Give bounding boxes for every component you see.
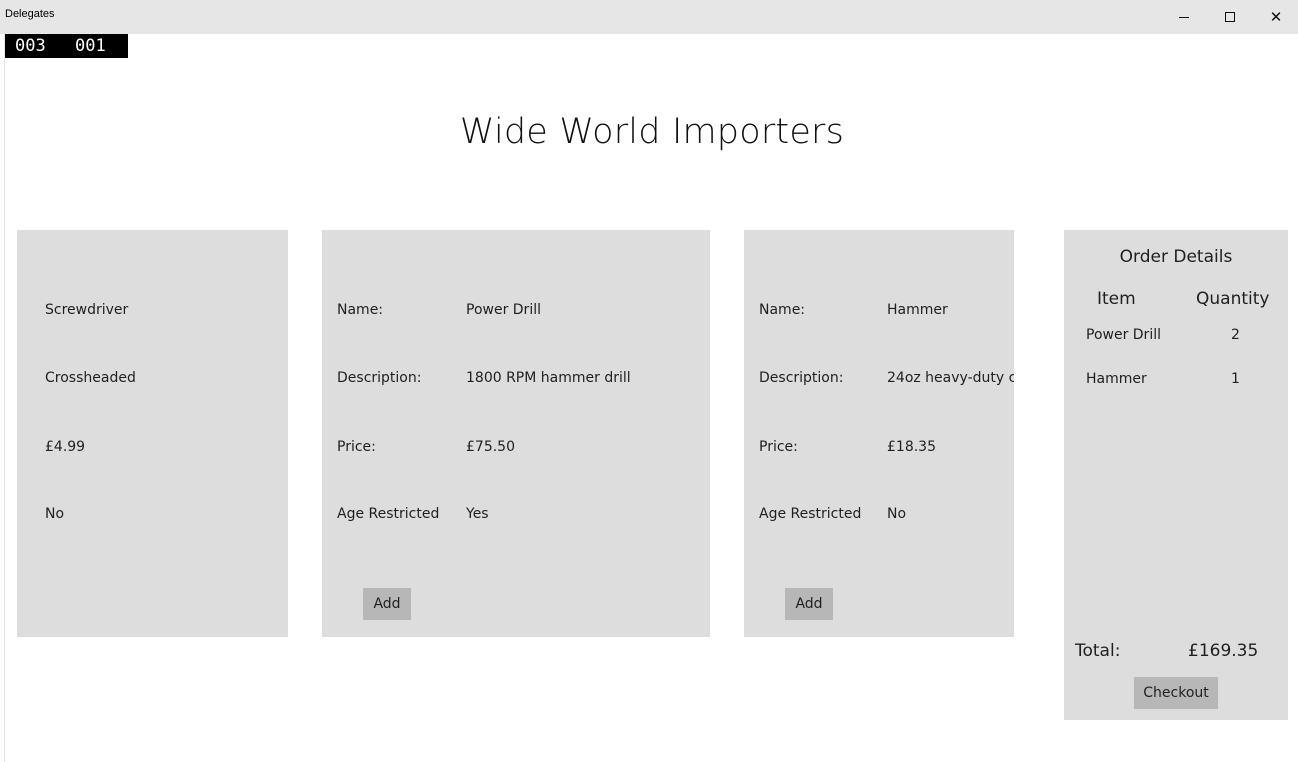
age-restricted-label: Age Restricted: xyxy=(337,506,440,522)
age-restricted-label: Age Restricted: xyxy=(759,506,862,522)
quantity-column-header: Quantity xyxy=(1196,289,1270,309)
checkout-button[interactable]: Checkout xyxy=(1134,677,1218,709)
order-details-panel: Order Details Item Quantity Power Drill … xyxy=(1064,230,1288,720)
minimize-icon xyxy=(1179,16,1189,18)
product-description: 24oz heavy-duty claw hammer xyxy=(887,370,1014,386)
frame-rate-counter: 003 001 xyxy=(5,34,128,58)
order-row-item: Power Drill xyxy=(1086,327,1161,343)
title-bar[interactable]: Delegates ✕ xyxy=(0,0,1298,34)
name-label: Name: xyxy=(759,302,806,318)
product-age-restricted: No xyxy=(45,506,65,522)
product-age-restricted: Yes xyxy=(466,506,489,522)
product-name: Hammer xyxy=(887,302,948,318)
order-row-qty: 1 xyxy=(1231,371,1240,387)
order-row-item: Hammer xyxy=(1086,371,1147,387)
product-description: Crossheaded xyxy=(45,370,136,386)
maximize-icon xyxy=(1225,12,1235,22)
product-price: £4.99 xyxy=(45,439,86,455)
product-price: £18.35 xyxy=(887,439,936,455)
name-label: Name: xyxy=(337,302,384,318)
total-value: £169.35 xyxy=(1188,641,1259,661)
price-label: Price: xyxy=(337,439,376,455)
minimize-button[interactable] xyxy=(1161,0,1207,34)
item-column-header: Item xyxy=(1097,289,1136,309)
product-card-power-drill: Name: Power Drill Description: 1800 RPM … xyxy=(322,230,710,637)
window-title: Delegates xyxy=(5,8,55,20)
product-name: Power Drill xyxy=(466,302,541,318)
maximize-button[interactable] xyxy=(1207,0,1253,34)
close-button[interactable]: ✕ xyxy=(1253,0,1298,34)
product-card-hammer: Name: Hammer Description: 24oz heavy-dut… xyxy=(744,230,1014,637)
add-button[interactable]: Add xyxy=(785,588,833,620)
product-age-restricted: No xyxy=(887,506,907,522)
close-icon: ✕ xyxy=(1269,8,1283,26)
product-price: £75.50 xyxy=(466,439,515,455)
price-label: Price: xyxy=(759,439,798,455)
total-label: Total: xyxy=(1075,641,1121,661)
product-name: Screwdriver xyxy=(45,302,129,318)
product-card-screwdriver: Screwdriver Crossheaded £4.99 No xyxy=(17,230,288,637)
add-button[interactable]: Add xyxy=(363,588,411,620)
description-label: Description: xyxy=(759,370,844,386)
description-label: Description: xyxy=(337,370,422,386)
order-row-qty: 2 xyxy=(1231,327,1240,343)
frame-counter-value-b: 001 xyxy=(75,36,106,56)
frame-counter-value-a: 003 xyxy=(15,36,46,56)
order-details-title: Order Details xyxy=(1119,247,1233,267)
product-description: 1800 RPM hammer drill xyxy=(466,370,631,386)
app-window: Delegates ✕ 003 001 Wide World Importers… xyxy=(0,0,1298,762)
page-title: Wide World Importers xyxy=(459,112,845,152)
